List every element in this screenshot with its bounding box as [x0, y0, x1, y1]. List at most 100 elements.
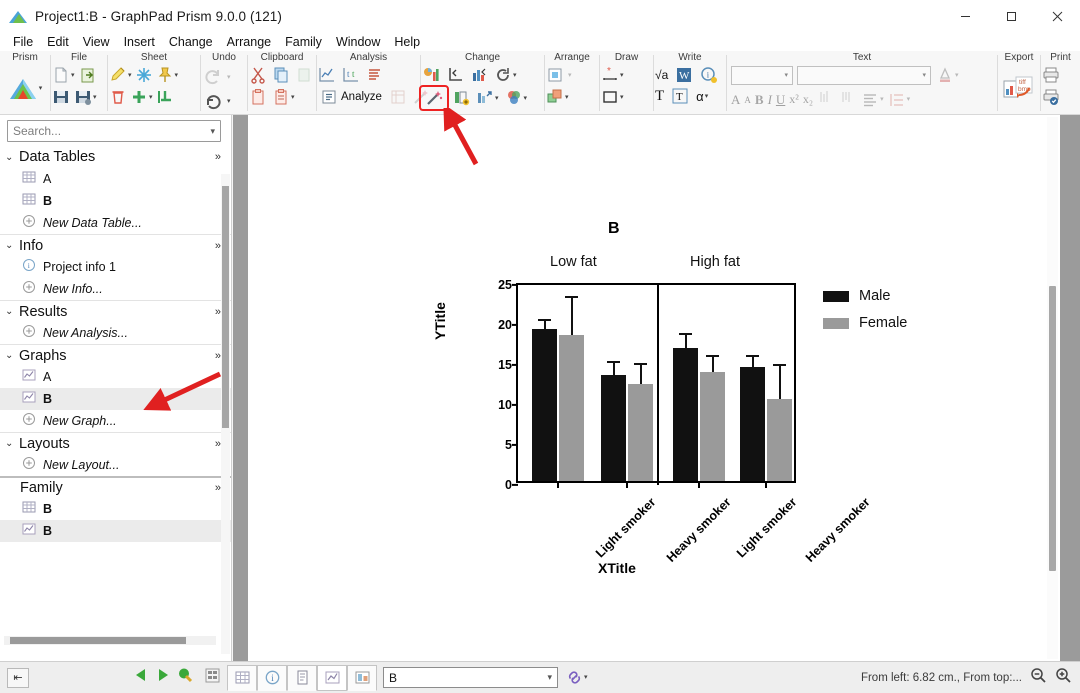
menu-help[interactable]: Help [387, 34, 427, 50]
tab-data-tables[interactable] [227, 664, 257, 691]
zoom-in-icon[interactable] [1055, 667, 1072, 689]
analyze-table-icon[interactable] [388, 87, 408, 107]
info-icon[interactable]: i [699, 65, 719, 85]
word-icon[interactable]: W [674, 65, 694, 85]
menu-file[interactable]: File [6, 34, 40, 50]
close-button[interactable] [1034, 0, 1080, 32]
prism-logo-icon[interactable]: ▾ [7, 76, 44, 102]
chevron-down-icon[interactable]: ⌄ [5, 152, 19, 163]
rename-sheet-icon[interactable]: ▾ [108, 65, 133, 85]
analysis-chart-icon[interactable] [317, 65, 337, 85]
superscript-icon[interactable]: x² [789, 92, 799, 107]
collapse-icon[interactable]: ⇤ [7, 667, 29, 688]
tree-item-data-table-a[interactable]: A [0, 168, 231, 190]
sub-align-icon[interactable] [817, 88, 835, 111]
save-icon[interactable] [51, 87, 71, 107]
save-as-icon[interactable]: ▾ [73, 87, 98, 107]
change-graph-type-icon[interactable] [421, 65, 441, 85]
section-info[interactable]: ⌄ Info » [0, 234, 231, 256]
section-layouts[interactable]: ⌄ Layouts » [0, 432, 231, 454]
tree-item-new-data-table[interactable]: New Data Table... [0, 212, 231, 234]
menu-arrange[interactable]: Arrange [220, 34, 278, 50]
next-sheet-button[interactable] [155, 667, 171, 688]
collapse-panel-button[interactable]: ⇤ [7, 667, 29, 688]
menu-change[interactable]: Change [162, 34, 220, 50]
tree-item-graph-b[interactable]: B [0, 388, 231, 410]
analyze-button[interactable]: Analyze [317, 87, 385, 107]
magic-wand-icon[interactable] [419, 85, 449, 111]
tree-item-new-info[interactable]: New Info... [0, 278, 231, 300]
menu-insert[interactable]: Insert [117, 34, 162, 50]
tab-results[interactable] [287, 664, 317, 691]
graph-sheet[interactable]: B Low fat High fat YTitle 0 5 10 15 20 2… [248, 115, 1060, 661]
refresh-icon[interactable]: ▾ [493, 65, 518, 85]
menu-view[interactable]: View [76, 34, 117, 50]
prev-sheet-button[interactable] [133, 667, 149, 688]
text-big-icon[interactable]: T [654, 87, 665, 106]
family-item-graph-b[interactable]: B [0, 520, 231, 542]
font-name-input[interactable]: ▾ [797, 65, 931, 85]
font-color-icon[interactable]: ▾ [935, 65, 960, 85]
open-file-icon[interactable] [78, 65, 98, 85]
tab-layouts[interactable] [347, 664, 377, 691]
format-graph-icon[interactable] [469, 65, 489, 85]
section-graphs[interactable]: ⌄ Graphs » [0, 344, 231, 366]
group-icon[interactable]: ▾ [545, 87, 570, 107]
delete-sheet-icon[interactable] [108, 87, 128, 107]
cut-icon[interactable] [248, 65, 268, 85]
grow-font-icon[interactable]: A [731, 92, 740, 108]
section-results[interactable]: ⌄ Results » [0, 300, 231, 322]
tab-graphs[interactable] [317, 664, 347, 691]
tree-item-new-graph[interactable]: New Graph... [0, 410, 231, 432]
shape-tool-icon[interactable]: ▾ [600, 87, 625, 107]
tree-item-project-info-1[interactable]: i Project info 1 [0, 256, 231, 278]
equation-icon[interactable]: √a [654, 67, 669, 83]
print-preview-icon[interactable] [1041, 87, 1061, 107]
tree-item-new-layout[interactable]: New Layout... [0, 454, 231, 476]
shrink-font-icon[interactable]: A [744, 95, 751, 105]
sheet-select[interactable]: B ▾ [383, 667, 558, 688]
chevron-down-icon[interactable]: ⌄ [5, 240, 19, 251]
color-scheme-icon[interactable]: ▾ [504, 88, 529, 108]
underline-icon[interactable]: U [776, 92, 785, 108]
section-more-icon[interactable]: » [215, 151, 221, 163]
chevron-down-icon[interactable]: ▾ [547, 673, 552, 682]
paste-menu-icon[interactable]: ▾ [271, 87, 296, 107]
new-file-icon[interactable]: ▾ [51, 65, 76, 85]
legend-item-male[interactable]: Male [823, 288, 907, 304]
add-data-set-icon[interactable] [451, 88, 471, 108]
font-size-select[interactable]: ▾ [731, 65, 793, 85]
copy-icon[interactable] [271, 65, 291, 85]
tab-info[interactable]: i [257, 664, 287, 691]
chevron-down-icon[interactable]: ⌄ [5, 306, 19, 317]
minimize-button[interactable] [942, 0, 988, 32]
align-icon[interactable]: ▾ [861, 91, 884, 109]
zoom-out-icon[interactable] [1030, 667, 1047, 689]
family-item-table-b[interactable]: B [0, 498, 231, 520]
line-tool-icon[interactable]: * ▾ [600, 65, 625, 85]
tree-item-data-table-b[interactable]: B [0, 190, 231, 212]
undo-icon[interactable] [201, 89, 225, 113]
new-sheet-icon[interactable]: ▾ [129, 87, 154, 107]
chevron-down-icon[interactable]: ⌄ [5, 350, 19, 361]
subscript-icon[interactable]: x₂ [803, 92, 813, 107]
text-box-icon[interactable]: T [670, 86, 690, 106]
bold-icon[interactable]: B [755, 92, 764, 108]
line-spacing-icon[interactable]: ▾ [888, 91, 910, 109]
pin-icon[interactable]: ▾ [155, 65, 180, 85]
menu-window[interactable]: Window [329, 34, 387, 50]
canvas-vertical-scrollbar[interactable] [1047, 117, 1058, 659]
chevron-down-icon[interactable]: ▾ [584, 674, 588, 681]
section-family[interactable]: Family » [0, 476, 231, 498]
print-icon[interactable] [1041, 65, 1061, 85]
menu-family[interactable]: Family [278, 34, 329, 50]
link-sheets-button[interactable]: ▾ [566, 669, 588, 686]
bring-front-icon[interactable] [545, 65, 565, 85]
italic-icon[interactable]: I [768, 92, 772, 108]
maximize-button[interactable] [988, 0, 1034, 32]
sup-align-icon[interactable] [839, 88, 857, 111]
navigator-vertical-scrollbar[interactable] [221, 174, 230, 654]
menu-edit[interactable]: Edit [40, 34, 76, 50]
t-test-icon[interactable]: tt [341, 65, 361, 85]
freeze-icon[interactable] [134, 65, 154, 85]
